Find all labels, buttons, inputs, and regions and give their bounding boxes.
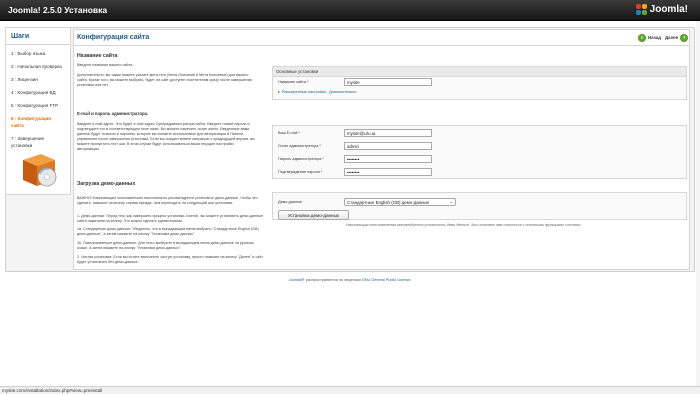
step-license: 3 : Лицензия — [11, 77, 38, 82]
demo-panel: Демо-данные Стандартные English (GB) дем… — [272, 192, 687, 220]
site-name-input[interactable] — [344, 78, 432, 86]
demo-select-label: Демо-данные — [278, 200, 303, 204]
demo-important-text: ВАЖНО! Начинающим пользователям настояте… — [77, 196, 258, 205]
joomla-logo: Joomla! — [635, 4, 688, 15]
site-name-label: Название сайта * — [278, 80, 309, 84]
footer: Joomla!® распространяется по лицензии GN… — [0, 278, 700, 282]
main-content: Конфигурация сайта ‹ Назад Далее › Назва… — [73, 29, 690, 270]
admin-login-field[interactable] — [344, 142, 432, 150]
install-demo-button[interactable]: Установка демо-данных — [278, 210, 349, 220]
demo-standard-text: 1a. Стандартные демо-данные: Убедитесь, … — [77, 227, 259, 236]
admin-password-label: Пароль администратора * — [278, 157, 324, 161]
admin-title: E-mail и пароль администратора. — [77, 111, 149, 116]
step-site-config: 6 : Конфигурация сайта — [11, 116, 51, 128]
prev-button[interactable]: ‹ Назад — [638, 33, 661, 42]
advanced-settings-link[interactable]: ▸ Расширенные настройки - Дополнительно — [278, 89, 356, 94]
step-language: 1 : Выбор языка — [11, 51, 46, 56]
joomla-logo-icon — [635, 4, 647, 15]
status-url: mysite.com/installation/index.php#view=p… — [2, 388, 103, 393]
next-button-label: Далее — [665, 35, 679, 40]
confirm-password-label: Подтверждение пароля * — [278, 170, 323, 174]
site-name-panel: Основные установки Название сайта * ▸Рас… — [272, 66, 687, 100]
page-title: Конфигурация сайта — [77, 34, 150, 41]
gpl-link[interactable]: GNU General Public License. — [362, 278, 412, 282]
demo-clean-text: 2. Чистая установка: Если вы хотите выпо… — [77, 255, 263, 264]
admin-password-field[interactable] — [344, 155, 432, 163]
steps-sidebar: Шаги 1 : Выбор языка 2 : Начальная прове… — [5, 27, 71, 195]
status-bar: mysite.com/installation/index.php#view=p… — [0, 386, 700, 394]
site-name-extra: Дополнительно: вы также можете указать м… — [77, 73, 252, 87]
demo-data-select[interactable]: Стандартные English (GB) демо-данные ⌄ — [344, 198, 456, 206]
scrollbar[interactable] — [696, 21, 700, 386]
confirm-password-field[interactable] — [344, 168, 432, 176]
software-box-icon — [23, 154, 57, 187]
step-ftp: 5 : Конфигурация FTP — [11, 103, 59, 108]
prev-button-label: Назад — [648, 35, 662, 40]
steps-heading: Шаги — [6, 28, 70, 45]
logo-text: Joomla! — [649, 4, 688, 15]
demo-title: Загрузка демо-данных — [77, 181, 136, 187]
site-name-intro: Введите название вашего сайта. — [77, 63, 134, 67]
app-title: Joomla! 2.5.0 Установка — [8, 5, 108, 15]
admin-description: Введите e-mail адрес. Это будет e-mail а… — [77, 122, 255, 151]
basic-settings-header: Основные установки — [273, 67, 686, 77]
demo-note: Начинающим пользователям рекомендуется у… — [346, 223, 582, 227]
step-database: 4 : Конфигурация БД — [11, 90, 56, 95]
joomla-link[interactable]: Joomla!® — [289, 278, 305, 282]
email-field[interactable] — [344, 129, 432, 137]
arrow-right-icon: › — [680, 33, 689, 42]
chevron-down-icon: ⌄ — [449, 199, 453, 204]
demo-sample-text: 1. Демо-данные: Перед тем, как завершить… — [77, 214, 263, 223]
expand-icon: ▸ — [278, 90, 280, 94]
footer-text: распространяется по лицензии — [304, 278, 362, 282]
app-header: Joomla! 2.5.0 Установка Joomla! — [0, 0, 700, 21]
step-precheck: 2 : Начальная проверка — [11, 64, 62, 69]
admin-login-label: Логин администратора * — [278, 144, 321, 148]
site-name-title: Название сайта — [77, 53, 118, 59]
arrow-left-icon: ‹ — [638, 33, 646, 42]
email-label: Ваш E-mail * — [278, 131, 301, 135]
demo-localized-text: 1b. Локализованные демо-данные: Для этог… — [77, 241, 254, 250]
admin-panel: Ваш E-mail * Логин администратора * Паро… — [272, 125, 687, 179]
next-button[interactable]: Далее › — [665, 33, 689, 42]
